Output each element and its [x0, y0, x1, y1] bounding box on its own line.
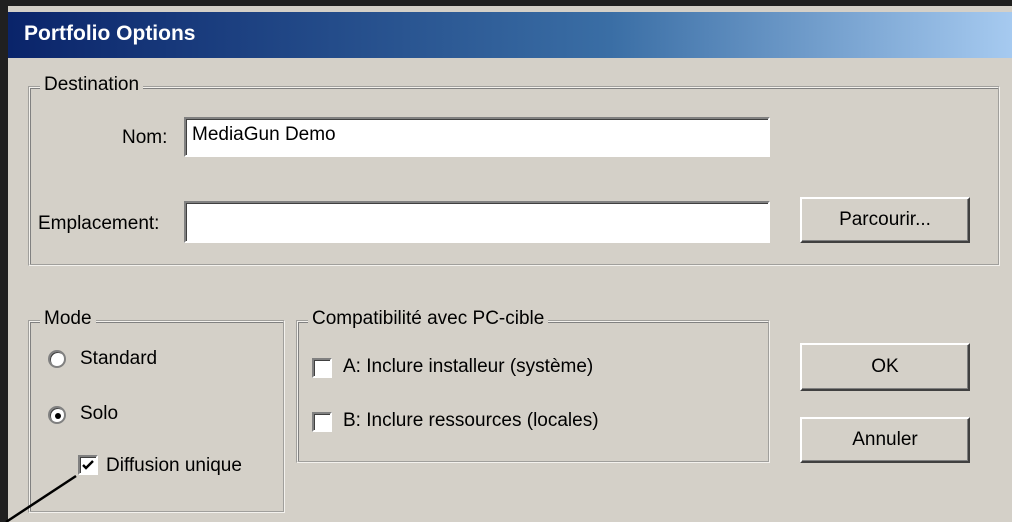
annotation-pointer: [5, 474, 77, 522]
